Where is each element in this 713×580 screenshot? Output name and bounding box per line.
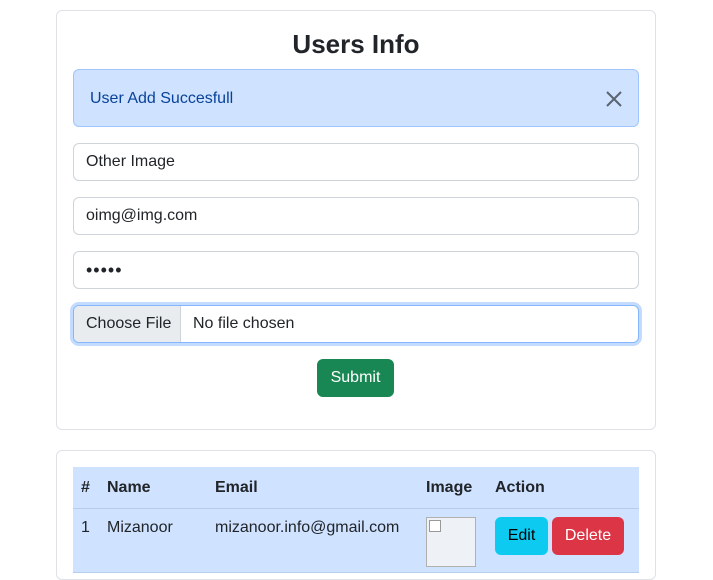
header-action: Action: [487, 467, 639, 509]
row-name: Mizanoor: [99, 508, 207, 573]
close-icon[interactable]: [602, 87, 626, 111]
table-header-row: # Name Email Image Action: [73, 467, 639, 509]
row-image-cell: [418, 508, 487, 573]
name-input[interactable]: Other Image: [73, 143, 639, 181]
file-status: No file chosen: [193, 315, 295, 332]
header-name: Name: [99, 467, 207, 509]
row-actions: Edit Delete: [487, 508, 639, 573]
email-input[interactable]: oimg@img.com: [73, 197, 639, 235]
users-table-card: # Name Email Image Action 1 Mizanoor miz…: [56, 450, 656, 580]
user-form-card: Users Info User Add Succesfull Other Ima…: [56, 10, 656, 430]
row-email: mizanoor.info@gmail.com: [207, 508, 418, 573]
edit-button[interactable]: Edit: [495, 517, 548, 555]
header-image: Image: [418, 467, 487, 509]
table-row: 1 Mizanoor mizanoor.info@gmail.com Edit D…: [73, 508, 639, 573]
choose-file-button[interactable]: Choose File: [74, 306, 181, 342]
page-title: Users Info: [292, 29, 420, 59]
header-email: Email: [207, 467, 418, 509]
row-index: 1: [73, 508, 99, 573]
delete-button[interactable]: Delete: [552, 517, 624, 555]
submit-button[interactable]: Submit: [317, 359, 394, 397]
broken-image-icon: [426, 517, 476, 567]
header-index: #: [73, 467, 99, 509]
password-input[interactable]: •••••: [73, 251, 639, 289]
file-input[interactable]: Choose File No file chosen: [73, 305, 639, 343]
alert-message: User Add Succesfull: [90, 90, 234, 107]
users-table: # Name Email Image Action 1 Mizanoor miz…: [73, 467, 639, 573]
success-alert: User Add Succesfull: [73, 69, 639, 127]
